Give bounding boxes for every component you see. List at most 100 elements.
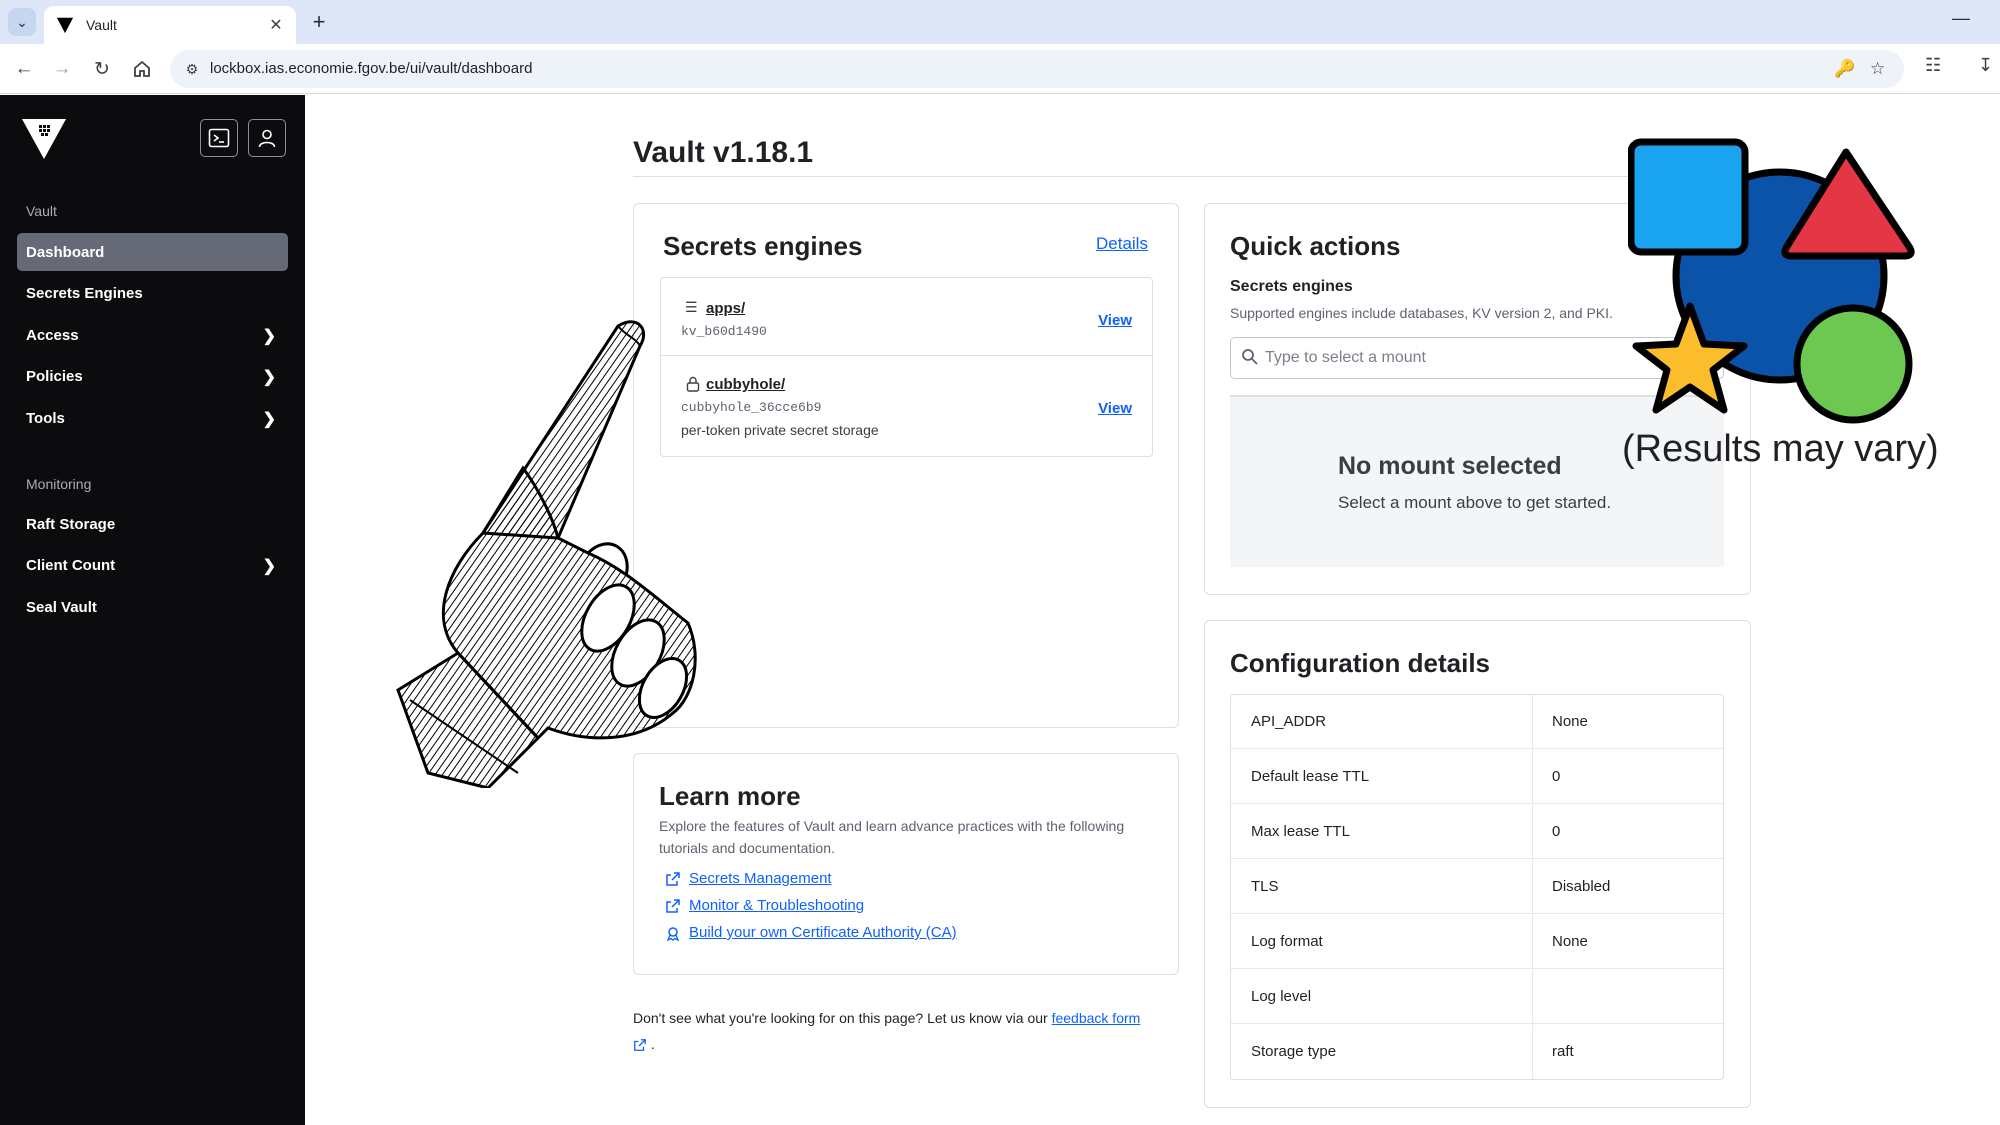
table-row: Default lease TTL 0: [1231, 750, 1723, 804]
table-row: Log level: [1231, 970, 1723, 1024]
config-key: Log level: [1251, 988, 1312, 1005]
window-minimize-icon[interactable]: —: [1952, 8, 1970, 29]
back-arrow-icon[interactable]: ←: [10, 55, 38, 83]
site-info-icon[interactable]: ⚙: [182, 59, 202, 79]
sidebar-item-dashboard[interactable]: Dashboard: [17, 233, 288, 271]
forward-arrow-icon[interactable]: →: [48, 55, 76, 83]
config-value: 0: [1552, 768, 1561, 785]
sidebar-item-label: Client Count: [26, 556, 116, 574]
learn-more-body: Explore the features of Vault and learn …: [659, 818, 1125, 856]
browser-toolbar: ← → ↻ ⚙ lockbox.ias.economie.fgov.be/ui/…: [0, 44, 2000, 94]
configuration-table: API_ADDR None Default lease TTL 0 Max leas…: [1230, 694, 1724, 1080]
config-value: Disabled: [1552, 878, 1611, 895]
list-item[interactable]: ☰ apps/ kv_b60d1490 View: [661, 278, 1152, 356]
learn-link-monitor-troubleshooting[interactable]: Monitor & Troubleshooting: [665, 897, 864, 914]
url-text: lockbox.ias.economie.fgov.be/ui/vault/da…: [210, 60, 533, 77]
sidebar-item-label: Dashboard: [26, 243, 105, 261]
title-divider: [633, 176, 1751, 177]
terminal-icon: [208, 128, 230, 148]
sidebar-item-client-count[interactable]: Client Count ❯: [17, 546, 288, 584]
browser-tab-vault[interactable]: Vault ✕: [44, 6, 296, 44]
password-key-icon[interactable]: 🔑: [1834, 59, 1855, 79]
quick-actions-title: Quick actions: [1230, 231, 1401, 261]
browser-tabstrip: ⌄ Vault ✕ + —: [0, 0, 2000, 44]
external-link-icon: [666, 871, 680, 886]
empty-state-title: No mount selected: [1338, 452, 1562, 480]
sidebar-section-vault: Vault: [26, 203, 57, 219]
vault-favicon-icon: [56, 17, 74, 34]
tab-close-icon[interactable]: ✕: [266, 15, 286, 35]
config-key: API_ADDR: [1251, 713, 1327, 730]
address-bar[interactable]: ⚙ lockbox.ias.economie.fgov.be/ui/vault/…: [170, 50, 1904, 88]
config-key: Log format: [1251, 933, 1323, 950]
sidebar-item-label: Tools: [26, 409, 65, 427]
feedback-text: Don't see what you're looking for on thi…: [633, 1010, 1048, 1026]
search-icon: [1242, 349, 1258, 365]
sidebar-item-label: Access: [26, 326, 79, 344]
sidebar-item-label: Seal Vault: [26, 598, 97, 616]
bookmark-star-icon[interactable]: ☆: [1870, 59, 1885, 79]
quick-actions-help: Supported engines include databases, KV …: [1230, 305, 1613, 321]
new-tab-plus-icon[interactable]: +: [306, 9, 332, 35]
learn-link-secrets-management[interactable]: Secrets Management: [665, 870, 832, 887]
secrets-engines-title: Secrets engines: [663, 231, 863, 261]
table-row: TLS Disabled: [1231, 860, 1723, 914]
engine-view-link[interactable]: View: [1098, 312, 1132, 329]
feedback-form-link[interactable]: feedback form: [1052, 1010, 1141, 1026]
chevron-right-icon: ❯: [262, 411, 276, 428]
config-value: None: [1552, 713, 1588, 730]
secrets-details-link[interactable]: Details: [1096, 234, 1148, 254]
list-item[interactable]: cubbyhole/ cubbyhole_36cce6b9 per-token …: [661, 356, 1152, 456]
external-link-icon[interactable]: [633, 1038, 647, 1052]
sidebar-item-policies[interactable]: Policies ❯: [17, 357, 288, 395]
sidebar: Vault Dashboard Secrets Engines Access ❯ …: [0, 95, 305, 1125]
sidebar-item-seal-vault[interactable]: Seal Vault: [17, 588, 288, 626]
external-link-icon: [666, 898, 680, 913]
config-key: Storage type: [1251, 1043, 1337, 1060]
results-may-vary-caption: (Results may vary): [1622, 428, 1939, 470]
config-key: TLS: [1251, 878, 1279, 895]
config-key: Max lease TTL: [1251, 823, 1350, 840]
feedback-note: Don't see what you're looking for on thi…: [633, 1005, 1193, 1057]
config-value: raft: [1552, 1043, 1574, 1060]
reload-icon[interactable]: ↻: [88, 55, 116, 83]
chevron-right-icon: ❯: [262, 558, 276, 575]
sidebar-item-label: Raft Storage: [26, 515, 116, 533]
sidebar-item-raft-storage[interactable]: Raft Storage: [17, 505, 288, 543]
learn-link-label[interactable]: Secrets Management: [689, 870, 832, 887]
vault-logo-icon[interactable]: [22, 117, 66, 161]
empty-state-body: Select a mount above to get started.: [1338, 493, 1612, 512]
sidebar-item-tools[interactable]: Tools ❯: [17, 399, 288, 437]
extensions-puzzle-icon[interactable]: ☷: [1925, 55, 1941, 76]
table-row: Storage type raft: [1231, 1025, 1723, 1079]
sidebar-item-secrets-engines[interactable]: Secrets Engines: [17, 274, 288, 312]
learn-link-label[interactable]: Monitor & Troubleshooting: [689, 897, 864, 914]
learn-link-build-ca[interactable]: Build your own Certificate Authority (CA…: [665, 924, 957, 941]
sidebar-section-monitoring: Monitoring: [26, 476, 92, 492]
engine-name-link[interactable]: apps/: [706, 300, 745, 317]
certificate-icon: [666, 926, 680, 941]
home-icon[interactable]: [128, 55, 156, 83]
sidebar-item-label: Secrets Engines: [26, 284, 143, 302]
console-toggle-button[interactable]: [200, 119, 238, 157]
learn-link-label[interactable]: Build your own Certificate Authority (CA…: [689, 924, 957, 941]
table-row: Max lease TTL 0: [1231, 805, 1723, 859]
chevron-right-icon: ❯: [262, 328, 276, 345]
secrets-engine-list: ☰ apps/ kv_b60d1490 View cubbyhole/ cubb…: [660, 277, 1153, 457]
download-icon[interactable]: ↧: [1978, 55, 1993, 76]
list-icon: ☰: [685, 299, 698, 315]
pointing-hand-icon: [396, 320, 697, 788]
tab-search-chevron-icon[interactable]: ⌄: [8, 8, 36, 36]
config-key: Default lease TTL: [1251, 768, 1370, 785]
user-menu-button[interactable]: [248, 119, 286, 157]
chevron-right-icon: ❯: [262, 369, 276, 386]
user-icon: [258, 129, 276, 148]
quick-actions-subtitle: Secrets engines: [1230, 278, 1353, 295]
table-row: Log format None: [1231, 915, 1723, 969]
engine-view-link[interactable]: View: [1098, 400, 1132, 417]
feedback-period: .: [650, 1036, 655, 1052]
sidebar-item-access[interactable]: Access ❯: [17, 316, 288, 354]
config-value: None: [1552, 933, 1588, 950]
table-row: API_ADDR None: [1231, 695, 1723, 749]
tab-title: Vault: [86, 17, 117, 33]
